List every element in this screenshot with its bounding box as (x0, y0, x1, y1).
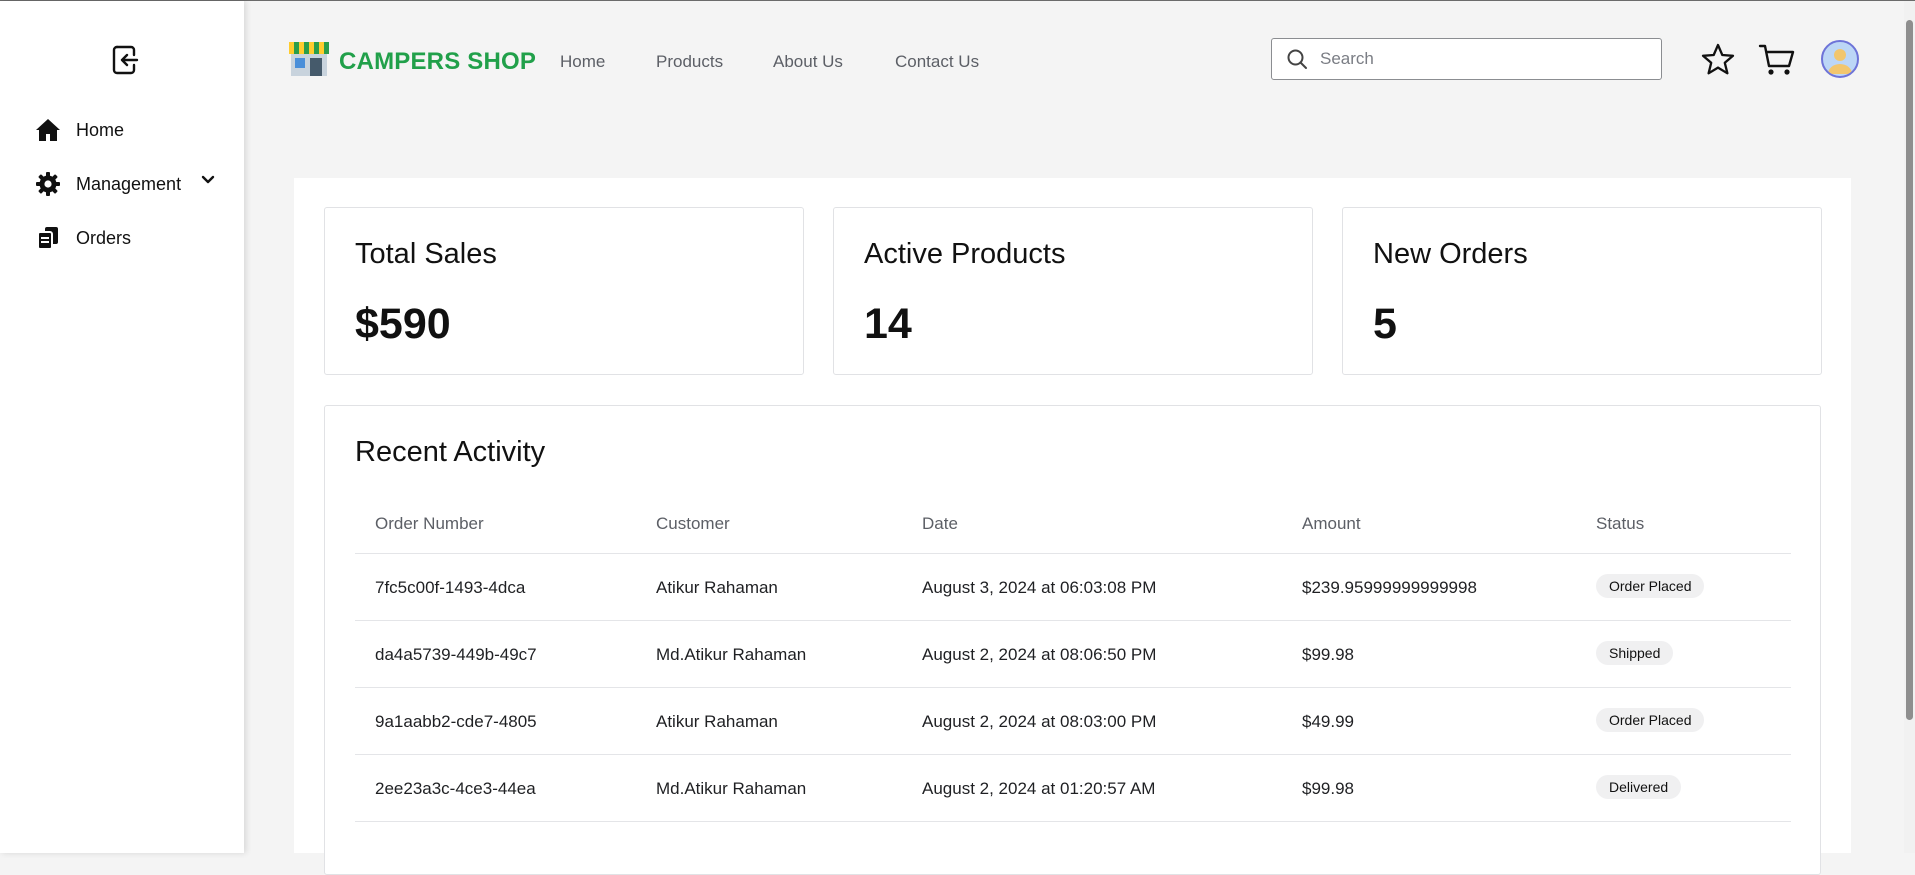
stat-title: Total Sales (355, 238, 497, 270)
table-row-partial (355, 821, 1791, 874)
table-row[interactable]: 9a1aabb2-cde7-4805 Atikur Rahaman August… (355, 687, 1791, 755)
order-date: August 2, 2024 at 01:20:57 AM (922, 779, 1156, 798)
order-number: da4a5739-449b-49c7 (375, 645, 537, 664)
section-title: Recent Activity (355, 436, 546, 468)
status-badge: Delivered (1596, 775, 1682, 799)
table-row[interactable]: 2ee23a3c-4ce3-44ea Md.Atikur Rahaman Aug… (355, 754, 1791, 822)
sidebar-item-orders[interactable]: Orders (34, 221, 131, 255)
sidebar: Home Management Orders (0, 1, 244, 853)
window-top-border (0, 0, 1915, 1)
customer-name: Md.Atikur Rahaman (656, 779, 807, 798)
order-date: August 3, 2024 at 06:03:08 PM (922, 578, 1157, 597)
logout-icon[interactable] (111, 44, 141, 76)
sidebar-item-management[interactable]: Management (34, 167, 181, 201)
order-amount: $239.95999999999998 (1302, 578, 1477, 597)
nav-contact-link[interactable]: Contact Us (895, 52, 979, 72)
sidebar-item-label: Management (76, 173, 182, 194)
sidebar-item-home[interactable]: Home (34, 113, 124, 147)
nav-about-link[interactable]: About Us (773, 52, 843, 72)
order-date: August 2, 2024 at 08:06:50 PM (922, 645, 1157, 664)
order-number: 2ee23a3c-4ce3-44ea (375, 779, 536, 798)
order-amount: $99.98 (1302, 645, 1354, 664)
stat-card-new-orders: New Orders 5 (1342, 207, 1822, 375)
cart-icon[interactable] (1758, 42, 1795, 78)
column-header: Customer (656, 514, 730, 533)
recent-activity-card: Recent Activity Order Number Customer Da… (324, 405, 1821, 875)
stat-card-total-sales: Total Sales $590 (324, 207, 804, 375)
search-icon (1286, 48, 1308, 70)
stat-value: 14 (864, 300, 912, 348)
customer-name: Atikur Rahaman (656, 578, 778, 597)
order-number: 7fc5c00f-1493-4dca (375, 578, 526, 597)
scrollbar-thumb[interactable] (1906, 20, 1913, 720)
column-header: Date (922, 514, 958, 533)
table-row[interactable]: da4a5739-449b-49c7 Md.Atikur Rahaman Aug… (355, 620, 1791, 688)
stat-card-active-products: Active Products 14 (833, 207, 1313, 375)
stat-title: New Orders (1373, 238, 1528, 270)
search-input[interactable] (1318, 48, 1642, 70)
sidebar-item-label: Orders (76, 227, 132, 248)
sidebar-item-label: Home (76, 119, 125, 140)
stat-value: 5 (1373, 300, 1397, 348)
brand-logo[interactable]: CAMPERS SHOP (287, 40, 536, 83)
status-badge: Order Placed (1596, 708, 1705, 732)
customer-name: Atikur Rahaman (656, 712, 778, 731)
home-icon (34, 116, 62, 144)
column-header: Order Number (375, 514, 484, 533)
order-number: 9a1aabb2-cde7-4805 (375, 712, 537, 731)
star-icon[interactable] (1700, 42, 1736, 78)
store-icon (287, 40, 331, 83)
customer-name: Md.Atikur Rahaman (656, 645, 807, 664)
status-badge: Order Placed (1596, 574, 1705, 598)
nav-products-link[interactable]: Products (656, 52, 723, 72)
stat-title: Active Products (864, 238, 1066, 270)
search-box[interactable] (1271, 38, 1662, 80)
orders-icon (34, 224, 62, 252)
stat-value: $590 (355, 300, 451, 348)
brand-name: CAMPERS SHOP (339, 47, 537, 75)
order-amount: $49.99 (1302, 712, 1354, 731)
nav-home-link[interactable]: Home (560, 52, 605, 72)
column-header: Amount (1302, 514, 1361, 533)
avatar[interactable] (1821, 40, 1859, 78)
order-amount: $99.98 (1302, 779, 1354, 798)
column-header: Status (1596, 514, 1645, 533)
status-badge: Shipped (1596, 641, 1674, 665)
gear-icon (34, 170, 62, 198)
chevron-down-icon[interactable] (199, 171, 217, 189)
table-row[interactable]: 7fc5c00f-1493-4dca Atikur Rahaman August… (355, 553, 1791, 621)
order-date: August 2, 2024 at 08:03:00 PM (922, 712, 1157, 731)
